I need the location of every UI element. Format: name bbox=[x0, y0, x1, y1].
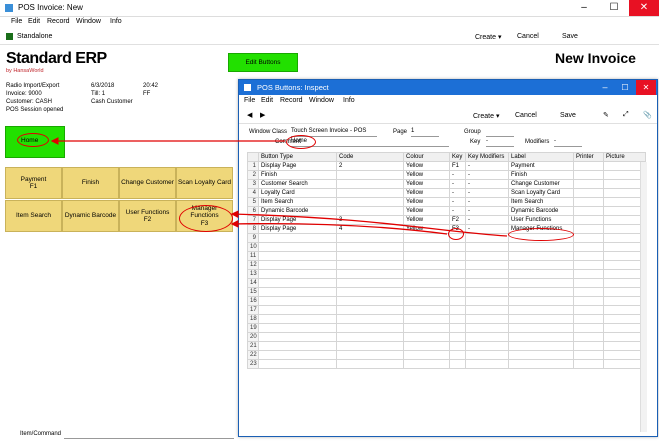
manager-functions-button-annotation bbox=[179, 205, 233, 232]
arrow-key-to-manager bbox=[230, 219, 448, 235]
arrow-label-to-manager bbox=[230, 210, 508, 237]
annotation-arrows bbox=[50, 137, 508, 237]
